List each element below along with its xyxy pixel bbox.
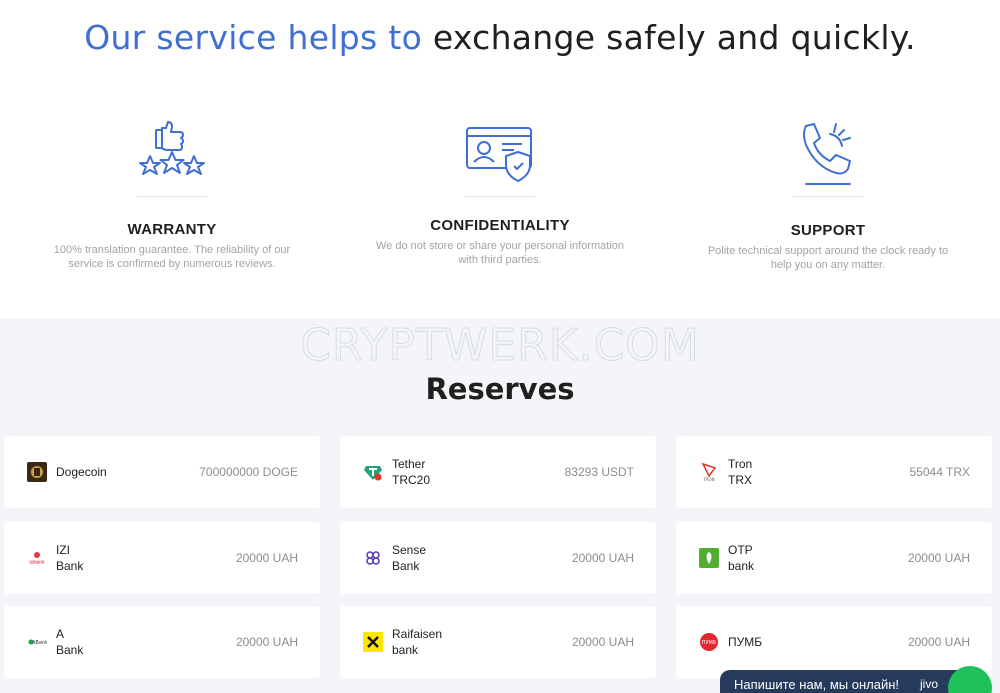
reserve-card-abank[interactable]: ABank A Bank 20000 UAH xyxy=(4,606,320,678)
reserve-name: Tron TRX xyxy=(728,457,753,487)
chat-label: Напишите нам, мы онлайн! xyxy=(734,677,900,692)
reserve-name: ПУМБ xyxy=(728,635,763,649)
sensebank-logo xyxy=(363,548,383,568)
live-chat-widget[interactable]: Напишите нам, мы онлайн! jivo xyxy=(720,666,992,693)
reserve-card-otpbank[interactable]: OTP bank 20000 UAH xyxy=(676,522,992,594)
reserve-name: Dogecoin xyxy=(56,465,107,479)
reserve-name: OTP bank xyxy=(728,543,755,573)
reserve-amount: 20000 UAH xyxy=(571,551,634,565)
watermark: CRYPTWERK.COM xyxy=(300,320,700,372)
pumb-logo: ПУМБ xyxy=(699,632,719,652)
feature-confidentiality: CONFIDENTIALITY We do not store or share… xyxy=(350,118,650,267)
id-card-shield-icon xyxy=(466,127,532,182)
reserve-amount: 700000000 DOGE xyxy=(199,465,298,479)
feature-divider xyxy=(137,196,207,197)
reserve-card-tron[interactable]: TRON Tron TRX 55044 TRX xyxy=(676,436,992,508)
reserve-amount: 20000 UAH xyxy=(907,551,970,565)
headline-rest: exchange safely and quickly. xyxy=(432,18,916,57)
svg-text:izibank: izibank xyxy=(30,560,45,565)
svg-text:ПУМБ: ПУМБ xyxy=(702,640,717,646)
feature-warranty: WARRANTY 100% translation guarantee. The… xyxy=(22,118,322,271)
reserve-amount: 20000 UAH xyxy=(235,551,298,565)
izibank-logo: izibank xyxy=(27,548,47,568)
otpbank-logo xyxy=(699,548,719,568)
reserve-card-pumb[interactable]: ПУМБ ПУМБ 20000 UAH xyxy=(676,606,992,678)
reserve-amount: 55044 TRX xyxy=(909,465,971,479)
feature-description: 100% translation guarantee. The reliabil… xyxy=(53,244,291,270)
svg-text:TRON: TRON xyxy=(702,477,714,482)
reserve-name: A Bank xyxy=(56,627,84,657)
reserve-amount: 20000 UAH xyxy=(907,635,970,649)
feature-title: CONFIDENTIALITY xyxy=(430,217,570,234)
reserve-amount: 20000 UAH xyxy=(235,635,298,649)
reserve-name: IZI Bank xyxy=(56,543,84,573)
feature-support: SUPPORT Polite technical support around … xyxy=(678,118,978,272)
raiffeisen-logo xyxy=(363,632,383,652)
tether-logo xyxy=(363,462,383,482)
feature-divider xyxy=(793,196,863,197)
reserve-card-sensebank[interactable]: Sense Bank 20000 UAH xyxy=(340,522,656,594)
reserve-card-dogecoin[interactable]: Dogecoin 700000000 DOGE xyxy=(4,436,320,508)
feature-description: We do not store or share your personal i… xyxy=(375,240,625,266)
page-headline: Our service helps to exchange safely and… xyxy=(0,18,1000,57)
reserve-name: Raifaisen bank xyxy=(392,627,443,657)
reserve-card-tether[interactable]: Tether TRC20 83293 USDT xyxy=(340,436,656,508)
reserve-card-izibank[interactable]: izibank IZI Bank 20000 UAH xyxy=(4,522,320,594)
abank-logo: ABank xyxy=(27,632,47,652)
dogecoin-logo xyxy=(27,462,47,482)
reserve-amount: 20000 UAH xyxy=(571,635,634,649)
feature-title: WARRANTY xyxy=(127,221,217,238)
svg-text:ABank: ABank xyxy=(32,640,47,646)
feature-title: SUPPORT xyxy=(790,222,866,239)
reserves-title: Reserves xyxy=(425,372,575,406)
reserve-name: Sense Bank xyxy=(392,543,427,573)
phone-ringing-icon xyxy=(803,123,851,185)
headline-accent: Our service helps to xyxy=(84,18,423,57)
reserve-amount: 83293 USDT xyxy=(564,465,634,479)
feature-divider xyxy=(465,196,535,197)
reserve-card-raiffeisen[interactable]: Raifaisen bank 20000 UAH xyxy=(340,606,656,678)
features-section: WARRANTY 100% translation guarantee. The… xyxy=(0,110,1000,310)
tron-logo: TRON xyxy=(699,462,719,482)
thumbs-up-stars-icon xyxy=(139,121,205,175)
chat-brand: jivo xyxy=(920,677,939,691)
feature-description: Polite technical support around the cloc… xyxy=(707,245,949,271)
reserve-name: Tether TRC20 xyxy=(392,457,431,487)
